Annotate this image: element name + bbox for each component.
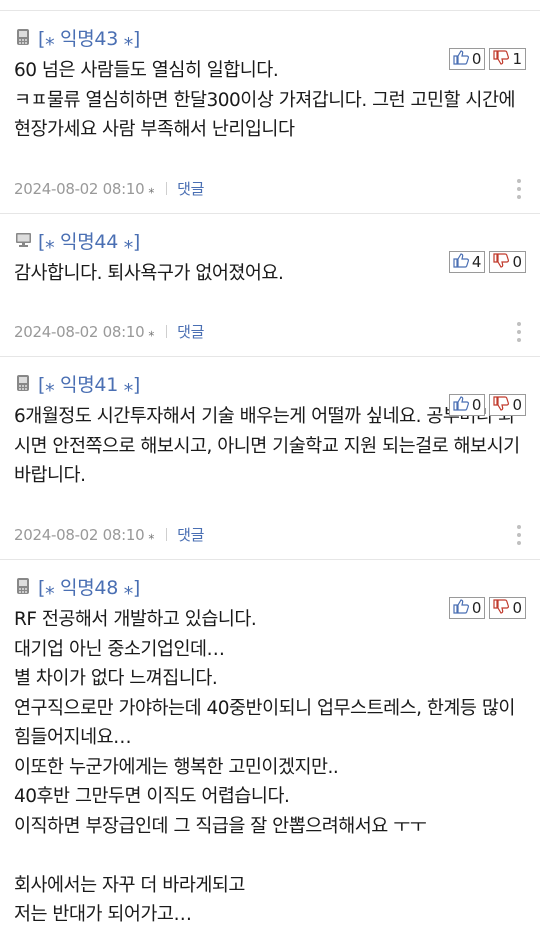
thumbs-up-icon — [453, 598, 469, 618]
comment-text: RF 전공해서 개발하고 있습니다. 대기업 아닌 중소기업인데… 별 차이가 … — [14, 609, 515, 925]
dislike-button[interactable]: 1 — [489, 48, 526, 70]
reply-link[interactable]: 댓글 — [177, 524, 204, 545]
thumbs-down-icon — [493, 395, 510, 415]
comment-item: [⁎ 익명43 ⁎] 0 1 60 넘은 사람들도 열심히 일합니다. ㅋㅍ물류… — [0, 22, 540, 214]
comment-meta: 2024-08-02 08:10 ⁎ 댓글 — [14, 321, 204, 342]
thumbs-up-icon — [453, 252, 469, 272]
thumbs-down-icon — [493, 252, 510, 272]
like-count: 4 — [471, 253, 482, 271]
like-button[interactable]: 0 — [448, 394, 486, 416]
like-button[interactable]: 0 — [448, 48, 486, 70]
vote-group: 0 0 — [448, 597, 526, 619]
desktop-icon — [14, 230, 32, 250]
dislike-count: 1 — [512, 50, 522, 68]
more-options-icon[interactable] — [516, 322, 522, 342]
dislike-count: 0 — [512, 396, 522, 414]
comment-meta: 2024-08-02 08:10 ⁎ 댓글 — [14, 178, 204, 199]
comment-item: [⁎ 익명44 ⁎] 4 0 감사합니다. 퇴사욕구가 없어졌어요. 2024-… — [0, 225, 540, 357]
comment-author[interactable]: [⁎ 익명44 ⁎] — [38, 227, 140, 254]
divider — [166, 528, 168, 541]
marker-glyph: ⁎ — [148, 181, 155, 196]
vote-group: 0 0 — [448, 394, 526, 416]
marker-glyph: ⁎ — [148, 324, 155, 339]
dislike-count: 0 — [512, 599, 522, 617]
thumbs-up-icon — [453, 49, 469, 69]
comment-item: [⁎ 익명41 ⁎] 0 0 6개월정도 시간투자해서 기술 배우는게 어떨까 … — [0, 368, 540, 560]
like-button[interactable]: 0 — [448, 597, 486, 619]
like-count: 0 — [471, 396, 482, 414]
phone-icon — [14, 27, 32, 47]
like-count: 0 — [471, 599, 482, 617]
phone-icon — [14, 576, 32, 596]
more-options-icon[interactable] — [516, 179, 522, 199]
comment-item: [⁎ 익명48 ⁎] 0 0 RF 전공해서 개발하고 있습니다. 대기업 아닌… — [0, 571, 540, 951]
thumbs-down-icon — [493, 598, 510, 618]
reply-link[interactable]: 댓글 — [177, 321, 204, 342]
comment-author[interactable]: [⁎ 익명43 ⁎] — [38, 24, 140, 51]
vote-group: 4 0 — [448, 251, 526, 273]
like-button[interactable]: 4 — [448, 251, 486, 273]
divider — [166, 325, 168, 338]
dislike-button[interactable]: 0 — [489, 394, 526, 416]
reply-link[interactable]: 댓글 — [177, 178, 204, 199]
comment-date: 2024-08-02 08:10 — [14, 322, 145, 341]
comment-date: 2024-08-02 08:10 — [14, 179, 145, 198]
dislike-button[interactable]: 0 — [489, 251, 526, 273]
vote-group: 0 1 — [448, 48, 526, 70]
more-options-icon[interactable] — [516, 525, 522, 545]
phone-icon — [14, 373, 32, 393]
dislike-button[interactable]: 0 — [489, 597, 526, 619]
top-divider — [0, 0, 540, 11]
dislike-count: 0 — [512, 253, 522, 271]
divider — [166, 182, 168, 195]
comment-author[interactable]: [⁎ 익명41 ⁎] — [38, 370, 140, 397]
marker-glyph: ⁎ — [148, 527, 155, 542]
thumbs-down-icon — [493, 49, 510, 69]
like-count: 0 — [471, 50, 482, 68]
thumbs-up-icon — [453, 395, 469, 415]
comment-date: 2024-08-02 08:10 — [14, 525, 145, 544]
comment-author[interactable]: [⁎ 익명48 ⁎] — [38, 573, 140, 600]
comment-meta: 2024-08-02 08:10 ⁎ 댓글 — [14, 524, 204, 545]
